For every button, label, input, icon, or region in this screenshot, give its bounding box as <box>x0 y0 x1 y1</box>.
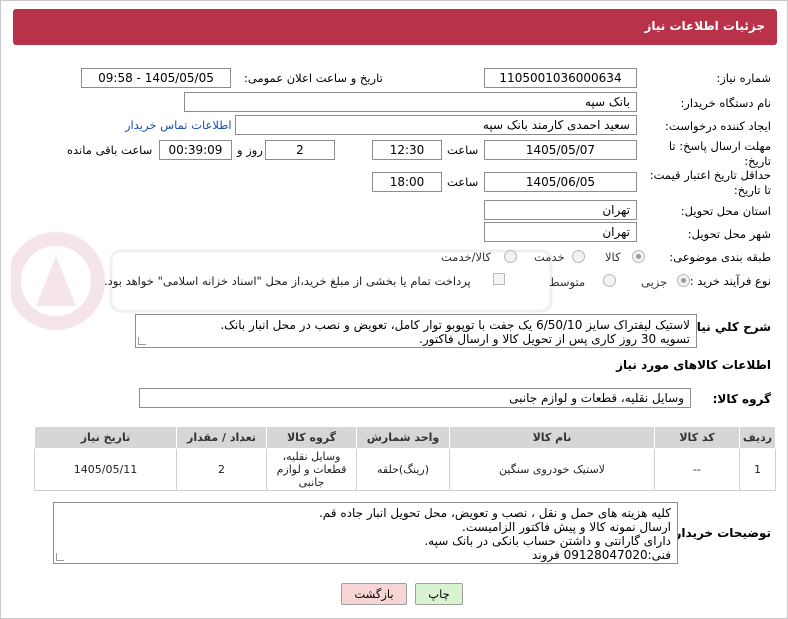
category-radio-goods-service[interactable] <box>504 250 517 263</box>
back-button[interactable]: بازگشت <box>341 583 407 605</box>
category-option-goods-service: کالا/خدمت <box>441 250 492 264</box>
buyer-notes-textarea[interactable]: کلیه هزینه های حمل و نقل ، نصب و تعویض، … <box>53 502 678 564</box>
category-radio-goods[interactable] <box>632 250 645 263</box>
province-field[interactable]: تهران <box>484 200 637 220</box>
deadline-label: مهلت ارسال پاسخ: تا تاریخ: <box>668 139 771 168</box>
col-group: گروه کالا <box>266 426 357 449</box>
remaining-time-field[interactable]: 00:39:09 <box>159 140 232 160</box>
row-group: وسایل نقلیه، قطعات و لوازم جانبی <box>266 448 357 491</box>
row-date: 1405/05/11 <box>34 448 177 491</box>
row-group-line-2: قطعات و لوازم <box>276 463 347 476</box>
buyer-notes-line-1: کلیه هزینه های حمل و نقل ، نصب و تعویض، … <box>318 506 671 520</box>
category-label: طبقه بندی موضوعی: <box>669 250 771 264</box>
buyer-notes-line-2: ارسال نمونه کالا و پیش فاکتور الزامیست. <box>462 520 671 534</box>
row-name: لاستیک خودروی سنگین <box>449 448 655 491</box>
row-group-line-1: وسایل نقلیه، <box>282 450 341 463</box>
category-option-goods: کالا <box>605 250 621 264</box>
col-qty: تعداد / مقدار <box>176 426 267 449</box>
buyer-org-label: نام دستگاه خریدار: <box>680 96 771 110</box>
page-header: جزئیات اطلاعات نیاز <box>13 9 777 45</box>
description-line-1: لاستیک لیفتراک سایز 6/50/10 یک جفت با تو… <box>220 318 690 332</box>
days-label: روز و <box>237 143 263 157</box>
print-button[interactable]: چاپ <box>415 583 463 605</box>
row-index: 1 <box>739 448 776 491</box>
payment-note: پرداخت تمام یا بخشی از مبلغ خرید،از محل … <box>104 274 471 288</box>
col-date: تاریخ نیاز <box>34 426 177 449</box>
validity-date-field[interactable]: 1405/06/05 <box>484 172 637 192</box>
process-radio-minor[interactable] <box>677 274 690 287</box>
need-number-label: شماره نیاز: <box>716 71 771 85</box>
validity-time-label: ساعت <box>447 175 479 189</box>
col-unit: واحد شمارش <box>356 426 450 449</box>
buyer-notes-line-3: دارای گارانتی و داشتن حساب بانکی در بانک… <box>424 534 671 548</box>
goods-section-title: اطلاعات کالاهای مورد نیاز <box>616 358 771 372</box>
description-label: شرح کلي نياز: <box>685 320 771 334</box>
process-label: نوع فرآیند خرید : <box>689 274 771 288</box>
creator-label: ایجاد کننده درخواست: <box>665 119 771 133</box>
col-code: کد کالا <box>654 426 740 449</box>
deadline-time-label: ساعت <box>447 143 479 157</box>
validity-time-field[interactable]: 18:00 <box>372 172 442 192</box>
goods-group-label: گروه کالا: <box>712 392 771 406</box>
announce-field[interactable]: 1405/05/05 - 09:58 <box>81 68 231 88</box>
deadline-date-field[interactable]: 1405/05/07 <box>484 140 637 160</box>
resize-grip-icon[interactable] <box>138 337 146 345</box>
goods-group-field[interactable]: وسایل نقلیه، قطعات و لوازم جانبی <box>139 388 691 408</box>
process-radio-medium[interactable] <box>603 274 616 287</box>
process-option-minor: جزیی <box>641 275 668 289</box>
resize-grip-icon[interactable] <box>56 553 64 561</box>
city-field[interactable]: تهران <box>484 222 637 242</box>
remaining-label: ساعت باقی مانده <box>67 143 153 157</box>
buyer-org-field[interactable]: بانک سپه <box>184 92 637 112</box>
category-option-service: خدمت <box>534 250 565 264</box>
description-line-2: تسویه 30 روز کاری پس از تحویل کالا و ارس… <box>419 332 690 346</box>
col-name: نام کالا <box>449 426 655 449</box>
process-option-medium: متوسط <box>549 275 586 289</box>
announce-label: تاریخ و ساعت اعلان عمومی: <box>244 71 383 85</box>
buyer-notes-line-4: فنی:09128047020 فروند <box>532 548 671 562</box>
row-unit: (رینگ)حلقه <box>356 448 450 491</box>
category-radio-service[interactable] <box>572 250 585 263</box>
row-code: -- <box>654 448 740 491</box>
city-label: شهر محل تحویل: <box>687 227 771 241</box>
goods-table: ردیف کد کالا نام کالا واحد شمارش گروه کا… <box>34 426 776 491</box>
province-label: استان محل تحویل: <box>680 204 771 218</box>
payment-checkbox[interactable] <box>493 273 505 285</box>
row-group-line-3: جانبی <box>298 476 325 489</box>
page-frame: جزئیات اطلاعات نیاز شماره نیاز: 11050010… <box>0 0 788 619</box>
buyer-contact-link[interactable]: اطلاعات تماس خریدار <box>125 118 232 132</box>
validity-label: حداقل تاریخ اعتبار قیمت: تا تاریخ: <box>649 168 771 197</box>
row-qty: 2 <box>176 448 267 491</box>
need-number-field[interactable]: 1105001036000634 <box>484 68 637 88</box>
col-index: ردیف <box>739 426 776 449</box>
buyer-notes-label: توضیحات خریدار: <box>669 526 771 540</box>
description-textarea[interactable]: لاستیک لیفتراک سایز 6/50/10 یک جفت با تو… <box>135 314 697 348</box>
creator-field[interactable]: سعید احمدی کارمند بانک سپه <box>235 115 637 135</box>
table-row[interactable]: 1 -- لاستیک خودروی سنگین (رینگ)حلقه وسای… <box>34 448 776 491</box>
deadline-time-field[interactable]: 12:30 <box>372 140 442 160</box>
page-title: جزئیات اطلاعات نیاز <box>644 19 765 33</box>
goods-table-header: ردیف کد کالا نام کالا واحد شمارش گروه کا… <box>34 426 776 449</box>
days-field[interactable]: 2 <box>265 140 335 160</box>
